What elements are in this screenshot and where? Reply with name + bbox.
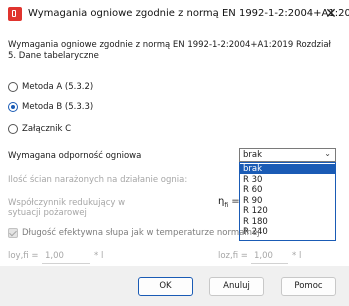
radio-annex-c-label: Załącznik C xyxy=(22,124,72,134)
fire-resistance-label: Wymagana odporność ogniowa xyxy=(8,151,142,161)
dropdown-option[interactable]: R 30 xyxy=(240,175,335,185)
dropdown-option[interactable]: R 90 xyxy=(240,196,335,206)
eta-fi-symbol: ηfi = xyxy=(218,196,240,209)
app-logo-icon xyxy=(8,7,22,21)
loz-value: 1,00 xyxy=(254,251,273,261)
chevron-down-icon: ⌄ xyxy=(324,149,331,158)
reduction-factor-label: Współczynnik redukujący w sytuacji pożar… xyxy=(8,198,126,218)
loz-unit: * l xyxy=(292,251,302,261)
fire-resistance-selected-value: brak xyxy=(243,150,263,160)
close-icon[interactable]: ✕ xyxy=(321,5,341,23)
loy-label: loy,fi = xyxy=(8,251,39,261)
loy-input[interactable]: 1,00 xyxy=(42,249,90,264)
radio-method-b[interactable] xyxy=(8,102,18,112)
loz-label: loz,fi = xyxy=(218,251,248,261)
effective-length-checkbox[interactable] xyxy=(8,228,18,238)
eta-fi-symbol-eq: = xyxy=(228,196,240,207)
loy-unit: * l xyxy=(94,251,104,261)
loy-value: 1,00 xyxy=(45,251,64,261)
exposed-sides-label: Ilość ścian narażonych na działanie ogni… xyxy=(8,175,188,185)
cancel-button[interactable]: Anuluj xyxy=(209,277,264,296)
fire-resistance-select[interactable]: brak ⌄ xyxy=(239,148,336,162)
window-title: Wymagania ogniowe zgodnie z normą EN 199… xyxy=(28,8,349,19)
radio-method-b-label: Metoda B (5.3.3) xyxy=(22,102,94,112)
dropdown-option[interactable]: brak xyxy=(240,164,335,174)
effective-length-label: Długość efektywna słupa jak w temperatur… xyxy=(22,228,260,238)
dropdown-option[interactable]: R 60 xyxy=(240,185,335,195)
dropdown-option[interactable]: R 180 xyxy=(240,217,335,227)
radio-method-a[interactable] xyxy=(8,82,18,92)
dropdown-option[interactable]: R 120 xyxy=(240,206,335,216)
radio-annex-c[interactable] xyxy=(8,124,18,134)
radio-method-a-label: Metoda A (5.3.2) xyxy=(22,82,94,92)
dialog-description: Wymagania ogniowe zgodnie z normą EN 199… xyxy=(8,40,331,61)
ok-button[interactable]: OK xyxy=(138,277,193,296)
help-button[interactable]: Pomoc xyxy=(281,277,336,296)
loz-input[interactable]: 1,00 xyxy=(251,249,288,264)
